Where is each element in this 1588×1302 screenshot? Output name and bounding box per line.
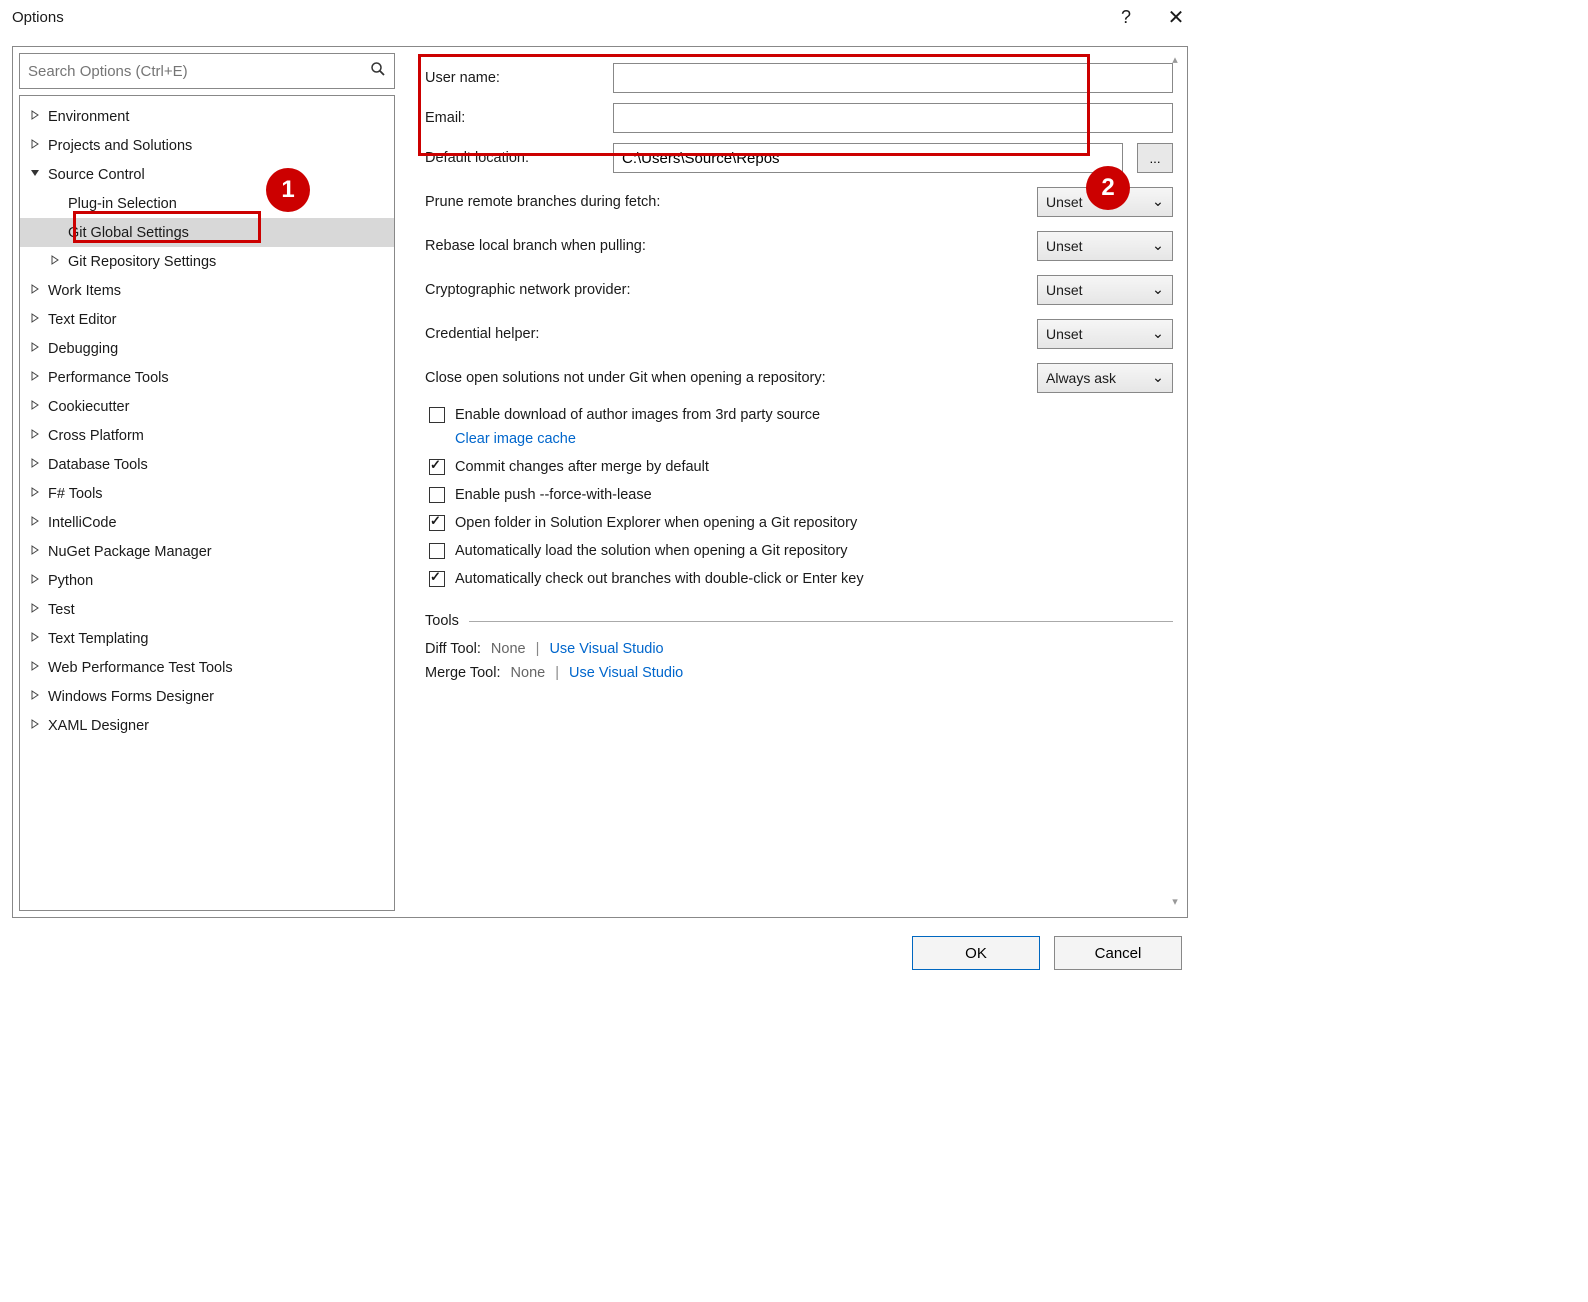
dialog-footer: OK Cancel [912,936,1182,970]
tree-work-items[interactable]: Work Items [20,276,394,305]
ok-button[interactable]: OK [912,936,1040,970]
dialog-body: Environment Projects and Solutions Sourc… [12,46,1188,918]
row-close-solutions: Close open solutions not under Git when … [425,363,1173,393]
scroll-up-icon[interactable]: ▴ [1166,53,1184,69]
row-crypto: Cryptographic network provider: Unset⌄ [425,275,1173,305]
tree-fsharp-tools[interactable]: F# Tools [20,479,394,508]
dropdown-crypto[interactable]: Unset⌄ [1037,275,1173,305]
row-download-images: Enable download of author images from 3r… [429,407,1173,423]
default-location-input[interactable] [613,143,1123,173]
label-crypto: Cryptographic network provider: [425,282,1037,298]
row-auto-load: Automatically load the solution when ope… [429,543,1173,559]
search-icon[interactable] [370,61,386,82]
scroll-down-icon[interactable]: ▾ [1166,895,1184,911]
label-rebase: Rebase local branch when pulling: [425,238,1037,254]
label-open-folder: Open folder in Solution Explorer when op… [455,515,857,531]
dropdown-close-solutions[interactable]: Always ask⌄ [1037,363,1173,393]
value-merge-tool: None [511,665,546,681]
tree-text-templating[interactable]: Text Templating [20,624,394,653]
left-panel: Environment Projects and Solutions Sourc… [13,47,401,917]
tree-performance-tools[interactable]: Performance Tools [20,363,394,392]
dropdown-cred[interactable]: Unset⌄ [1037,319,1173,349]
chevron-down-icon: ⌄ [1152,194,1164,210]
link-clear-image-cache[interactable]: Clear image cache [455,431,576,447]
row-auto-checkout: Automatically check out branches with do… [429,571,1173,587]
chevron-down-icon: ⌄ [1152,238,1164,254]
chevron-down-icon: ⌄ [1152,326,1164,342]
chevron-down-icon: ⌄ [1152,282,1164,298]
row-rebase: Rebase local branch when pulling: Unset⌄ [425,231,1173,261]
label-cred: Credential helper: [425,326,1037,342]
tree-xaml[interactable]: XAML Designer [20,711,394,740]
dropdown-prune[interactable]: Unset⌄ [1037,187,1173,217]
row-prune: Prune remote branches during fetch: Unse… [425,187,1173,217]
value-diff-tool: None [491,641,526,657]
row-diff-tool: Diff Tool: None | Use Visual Studio [425,641,1173,657]
row-open-folder: Open folder in Solution Explorer when op… [429,515,1173,531]
checkbox-commit-after-merge[interactable] [429,459,445,475]
label-close-solutions: Close open solutions not under Git when … [425,370,1037,386]
row-merge-tool: Merge Tool: None | Use Visual Studio [425,665,1173,681]
tree-cross-platform[interactable]: Cross Platform [20,421,394,450]
tree-projects[interactable]: Projects and Solutions [20,131,394,160]
label-force-lease: Enable push --force-with-lease [455,487,652,503]
link-merge-use-vs[interactable]: Use Visual Studio [569,665,683,681]
tree-web-perf[interactable]: Web Performance Test Tools [20,653,394,682]
close-icon[interactable]: ✕ [1164,5,1188,30]
search-input[interactable] [28,63,370,80]
window-title: Options [12,9,1114,26]
checkbox-open-folder[interactable] [429,515,445,531]
label-prune: Prune remote branches during fetch: [425,194,1037,210]
label-auto-load: Automatically load the solution when ope… [455,543,848,559]
tree-python[interactable]: Python [20,566,394,595]
row-user-name: User name: [425,63,1173,93]
tree-debugging[interactable]: Debugging [20,334,394,363]
label-auto-checkout: Automatically check out branches with do… [455,571,864,587]
tree-winforms[interactable]: Windows Forms Designer [20,682,394,711]
tree-test[interactable]: Test [20,595,394,624]
options-tree[interactable]: Environment Projects and Solutions Sourc… [19,95,395,911]
label-merge-tool: Merge Tool: [425,665,501,681]
label-commit-after-merge: Commit changes after merge by default [455,459,709,475]
checkbox-auto-checkout[interactable] [429,571,445,587]
tree-database-tools[interactable]: Database Tools [20,450,394,479]
dropdown-rebase[interactable]: Unset⌄ [1037,231,1173,261]
help-icon[interactable]: ? [1114,7,1138,28]
tree-environment[interactable]: Environment [20,102,394,131]
settings-panel: ▴ ▾ User name: Email: Default location: … [401,47,1187,917]
title-bar: Options ? ✕ [0,0,1200,34]
chevron-down-icon: ⌄ [1152,370,1164,386]
checkbox-download-images[interactable] [429,407,445,423]
tree-source-control[interactable]: Source Control [20,160,394,189]
tree-plugin-selection[interactable]: Plug-in Selection [20,189,394,218]
label-default-location: Default location: [425,150,603,166]
tree-intellicode[interactable]: IntelliCode [20,508,394,537]
search-box[interactable] [19,53,395,89]
tools-header: Tools [425,613,1173,629]
cancel-button[interactable]: Cancel [1054,936,1182,970]
row-cred: Credential helper: Unset⌄ [425,319,1173,349]
checkbox-force-lease[interactable] [429,487,445,503]
row-force-lease: Enable push --force-with-lease [429,487,1173,503]
row-default-location: Default location: ... [425,143,1173,173]
row-clear-cache: Clear image cache [455,431,1173,447]
row-commit-after-merge: Commit changes after merge by default [429,459,1173,475]
checkbox-auto-load[interactable] [429,543,445,559]
label-user-name: User name: [425,70,603,86]
email-input[interactable] [613,103,1173,133]
user-name-input[interactable] [613,63,1173,93]
label-diff-tool: Diff Tool: [425,641,481,657]
tree-nuget[interactable]: NuGet Package Manager [20,537,394,566]
link-diff-use-vs[interactable]: Use Visual Studio [549,641,663,657]
tree-git-repo-settings[interactable]: Git Repository Settings [20,247,394,276]
label-download-images: Enable download of author images from 3r… [455,407,820,423]
tree-cookiecutter[interactable]: Cookiecutter [20,392,394,421]
row-email: Email: [425,103,1173,133]
browse-button[interactable]: ... [1137,143,1173,173]
label-email: Email: [425,110,603,126]
tree-git-global-settings[interactable]: Git Global Settings [20,218,394,247]
tree-text-editor[interactable]: Text Editor [20,305,394,334]
